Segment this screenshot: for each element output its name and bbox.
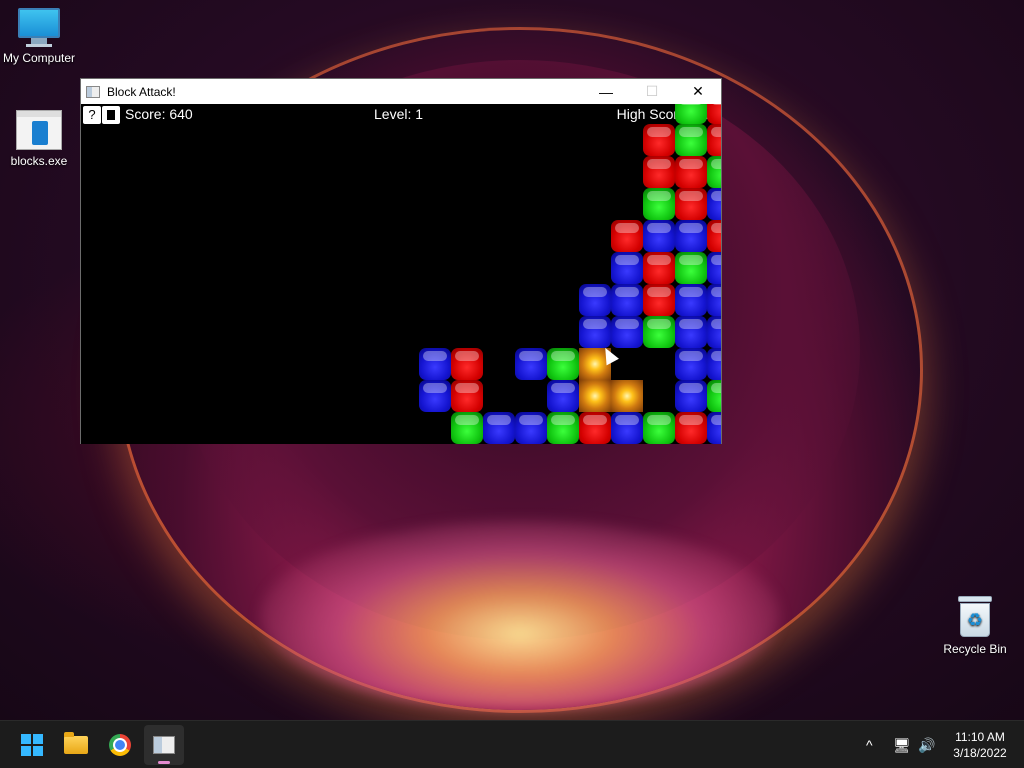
green-block[interactable] bbox=[707, 156, 721, 188]
red-block[interactable] bbox=[675, 156, 707, 188]
red-block[interactable] bbox=[707, 124, 721, 156]
blue-block[interactable] bbox=[707, 412, 721, 444]
green-block[interactable] bbox=[451, 412, 483, 444]
red-block[interactable] bbox=[643, 124, 675, 156]
green-block[interactable] bbox=[643, 412, 675, 444]
help-button[interactable]: ? bbox=[83, 106, 101, 124]
taskbar-file-explorer[interactable] bbox=[56, 725, 96, 765]
red-block[interactable] bbox=[707, 104, 721, 124]
blue-block[interactable] bbox=[515, 348, 547, 380]
blue-block[interactable] bbox=[579, 284, 611, 316]
red-block[interactable] bbox=[451, 348, 483, 380]
taskbar-block-attack[interactable] bbox=[144, 725, 184, 765]
blue-block[interactable] bbox=[611, 284, 643, 316]
red-block[interactable] bbox=[675, 412, 707, 444]
red-block[interactable] bbox=[579, 412, 611, 444]
red-block[interactable] bbox=[643, 252, 675, 284]
red-block[interactable] bbox=[675, 188, 707, 220]
blue-block[interactable] bbox=[483, 412, 515, 444]
block-attack-icon bbox=[153, 736, 175, 754]
title-bar[interactable]: Block Attack! — ☐ ✕ bbox=[81, 79, 721, 104]
green-block[interactable] bbox=[675, 104, 707, 124]
desktop-icon-blocks-exe[interactable]: blocks.exe bbox=[1, 108, 77, 168]
blue-block[interactable] bbox=[675, 380, 707, 412]
clock-time: 11:10 AM bbox=[955, 730, 1005, 744]
green-block[interactable] bbox=[547, 412, 579, 444]
app-icon bbox=[86, 85, 100, 98]
red-block[interactable] bbox=[643, 284, 675, 316]
taskbar-chrome[interactable] bbox=[100, 725, 140, 765]
blue-block[interactable] bbox=[547, 380, 579, 412]
game-board[interactable]: ? Score: 640 Level: 1 High Score: 640 bbox=[81, 104, 721, 444]
blue-block[interactable] bbox=[579, 316, 611, 348]
desktop-icon-recycle-bin[interactable]: ♻ Recycle Bin bbox=[937, 596, 1013, 656]
close-button[interactable]: ✕ bbox=[675, 79, 721, 104]
blue-block[interactable] bbox=[707, 348, 721, 380]
green-block[interactable] bbox=[707, 380, 721, 412]
windows-logo-icon bbox=[21, 734, 43, 756]
red-block[interactable] bbox=[611, 220, 643, 252]
green-block[interactable] bbox=[643, 316, 675, 348]
desktop-icon-label: My Computer bbox=[2, 51, 76, 65]
blue-block[interactable] bbox=[611, 316, 643, 348]
desktop-icon-my-computer[interactable]: My Computer bbox=[1, 8, 77, 65]
taskbar-clock[interactable]: 11:10 AM 3/18/2022 bbox=[940, 729, 1020, 761]
monitor-icon bbox=[18, 8, 60, 38]
chrome-icon bbox=[109, 734, 131, 756]
green-block[interactable] bbox=[675, 252, 707, 284]
stop-button[interactable] bbox=[102, 106, 120, 124]
red-block[interactable] bbox=[643, 156, 675, 188]
blue-block[interactable] bbox=[611, 252, 643, 284]
blue-block[interactable] bbox=[515, 412, 547, 444]
blue-block[interactable] bbox=[707, 284, 721, 316]
blue-block[interactable] bbox=[611, 412, 643, 444]
start-button[interactable] bbox=[12, 725, 52, 765]
blue-block[interactable] bbox=[419, 380, 451, 412]
network-icon[interactable]: 🖥 bbox=[893, 721, 911, 768]
blue-block[interactable] bbox=[675, 220, 707, 252]
blue-block[interactable] bbox=[707, 188, 721, 220]
blue-block[interactable] bbox=[419, 348, 451, 380]
green-block[interactable] bbox=[675, 124, 707, 156]
minimize-button[interactable]: — bbox=[583, 79, 629, 104]
blue-block[interactable] bbox=[675, 284, 707, 316]
blue-block[interactable] bbox=[675, 316, 707, 348]
red-block[interactable] bbox=[451, 380, 483, 412]
green-block[interactable] bbox=[643, 188, 675, 220]
taskbar: ^ 🖥 🔊 11:10 AM 3/18/2022 bbox=[0, 720, 1024, 768]
green-block[interactable] bbox=[547, 348, 579, 380]
clock-date: 3/18/2022 bbox=[953, 746, 1007, 760]
blue-block[interactable] bbox=[707, 316, 721, 348]
level-display: Level: 1 bbox=[374, 106, 424, 122]
blue-block[interactable] bbox=[707, 252, 721, 284]
maximize-button[interactable]: ☐ bbox=[629, 79, 675, 104]
exploding-block[interactable] bbox=[579, 380, 611, 412]
wallpaper-glow bbox=[260, 520, 780, 710]
red-block[interactable] bbox=[707, 220, 721, 252]
blue-block[interactable] bbox=[675, 348, 707, 380]
blue-block[interactable] bbox=[643, 220, 675, 252]
volume-icon[interactable]: 🔊 bbox=[918, 721, 935, 768]
recycle-bin-icon: ♻ bbox=[958, 596, 992, 638]
executable-icon bbox=[16, 110, 62, 150]
block-attack-window: Block Attack! — ☐ ✕ ? Score: 640 Level: … bbox=[80, 78, 722, 444]
folder-icon bbox=[64, 732, 88, 754]
score-display: Score: 640 bbox=[125, 106, 193, 122]
tray-chevron-icon[interactable]: ^ bbox=[866, 721, 873, 768]
exploding-block[interactable] bbox=[611, 380, 643, 412]
window-title: Block Attack! bbox=[107, 84, 176, 99]
desktop-icon-label: blocks.exe bbox=[10, 154, 68, 168]
desktop-icon-label: Recycle Bin bbox=[943, 642, 1007, 656]
